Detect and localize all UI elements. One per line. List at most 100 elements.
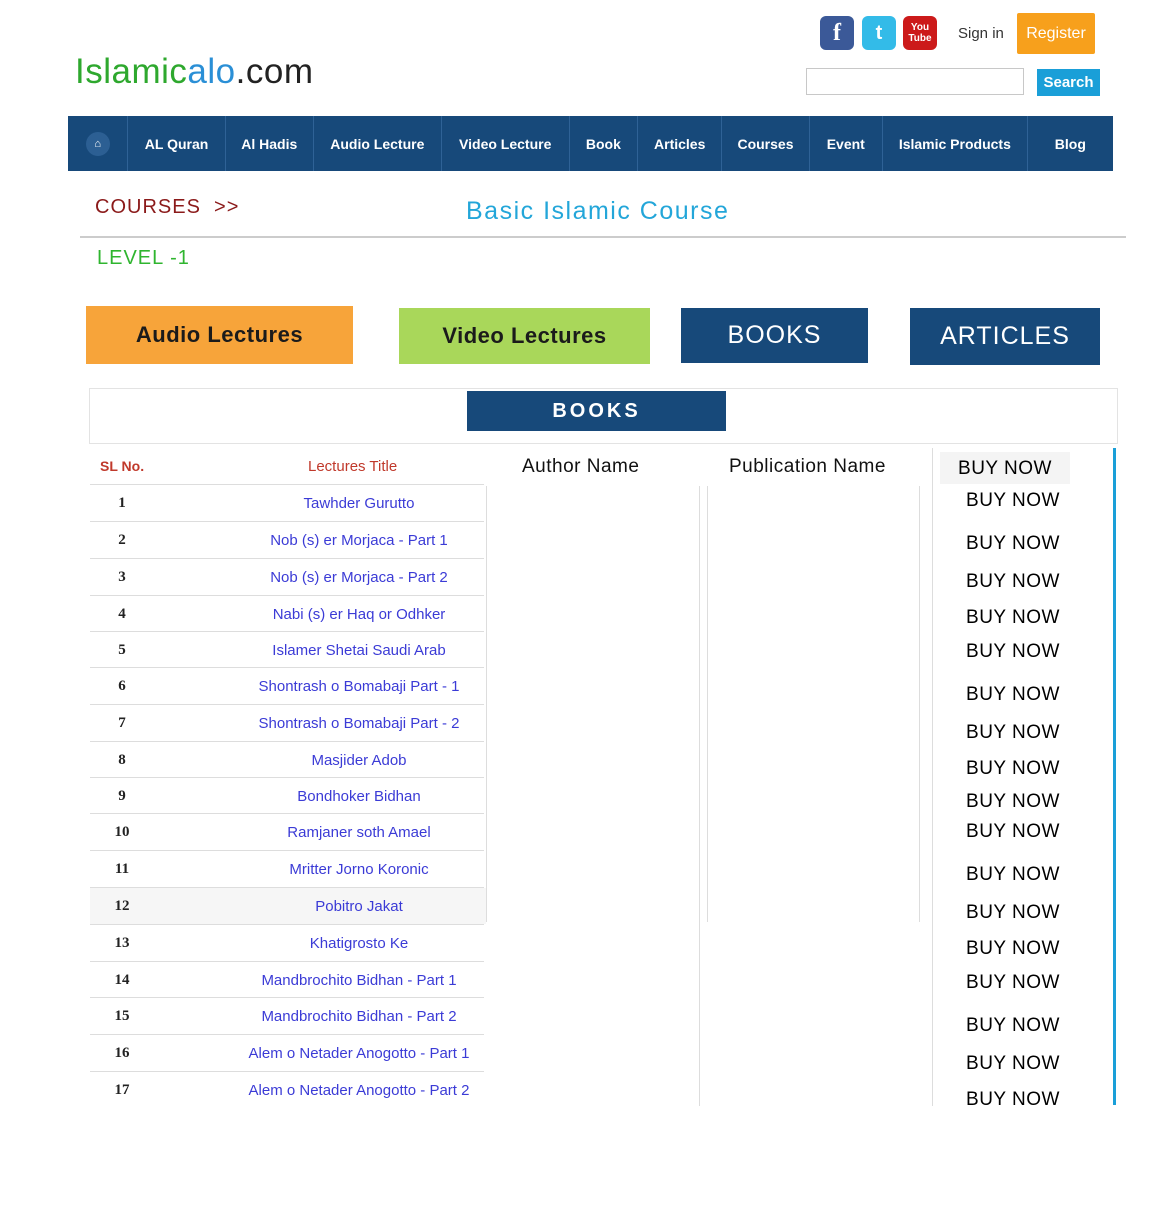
nav-item-blog[interactable]: Blog — [1028, 116, 1113, 171]
nav-item-book[interactable]: Book — [570, 116, 639, 171]
nav-item-al-hadis[interactable]: Al Hadis — [226, 116, 314, 171]
buy-now-button[interactable]: BUY NOW — [938, 635, 1088, 669]
col-header-title: Lectures Title — [308, 458, 398, 475]
nav-item-al-quran[interactable]: AL Quran — [128, 116, 226, 171]
column-divider — [919, 486, 920, 922]
row-divider — [90, 558, 484, 559]
nav-item-video-lecture[interactable]: Video Lecture — [442, 116, 570, 171]
row-divider — [90, 777, 484, 778]
nav-item-courses[interactable]: Courses — [722, 116, 810, 171]
row-title-link[interactable]: Khatigrosto Ke — [230, 935, 488, 952]
buy-now-button[interactable]: BUY NOW — [938, 785, 1088, 819]
nav-item-audio-lecture[interactable]: Audio Lecture — [314, 116, 442, 171]
register-button[interactable]: Register — [1017, 13, 1095, 54]
row-title-link[interactable]: Pobitro Jakat — [230, 898, 488, 915]
video-lectures-button[interactable]: Video Lectures — [399, 308, 650, 364]
page-title: Basic Islamic Course — [466, 197, 730, 225]
books-section-label: BOOKS — [467, 391, 726, 431]
nav-item-event[interactable]: Event — [810, 116, 883, 171]
col-header-sl: SL No. — [100, 458, 145, 474]
logo-part-alo: alo — [187, 52, 236, 91]
search-button[interactable]: Search — [1037, 69, 1100, 96]
row-title-link[interactable]: Ramjaner soth Amael — [230, 824, 488, 841]
books-button[interactable]: BOOKS — [681, 308, 868, 363]
buy-now-button[interactable]: BUY NOW — [938, 752, 1088, 786]
row-divider — [90, 924, 484, 925]
row-title-link[interactable]: Nabi (s) er Haq or Odhker — [230, 606, 488, 623]
buy-now-button[interactable]: BUY NOW — [938, 678, 1088, 712]
row-title-link[interactable]: Bondhoker Bidhan — [230, 788, 488, 805]
row-divider — [90, 1071, 484, 1072]
column-divider — [486, 486, 487, 922]
row-divider — [90, 521, 484, 522]
row-sl: 12 — [114, 898, 130, 914]
nav-item-articles[interactable]: Articles — [638, 116, 723, 171]
row-divider — [90, 631, 484, 632]
row-title-link[interactable]: Nob (s) er Morjaca - Part 1 — [230, 532, 488, 549]
nav-home[interactable]: ⌂ — [68, 116, 129, 171]
row-divider — [90, 484, 484, 485]
row-sl: 15 — [114, 1008, 130, 1024]
row-sl: 2 — [118, 532, 126, 548]
buy-now-button[interactable]: BUY NOW — [938, 896, 1088, 930]
row-divider — [90, 813, 484, 814]
row-title-link[interactable]: Mandbrochito Bidhan - Part 2 — [230, 1008, 488, 1025]
level-label: LEVEL -1 — [97, 247, 190, 269]
row-divider — [90, 850, 484, 851]
search-input[interactable] — [806, 68, 1024, 95]
row-title-link[interactable]: Shontrash o Bomabaji Part - 1 — [230, 678, 488, 695]
facebook-icon[interactable]: f — [820, 16, 854, 50]
row-divider — [90, 741, 484, 742]
youtube-icon-line1: You — [910, 22, 930, 33]
row-title-link[interactable]: Alem o Netader Anogotto - Part 1 — [230, 1045, 488, 1062]
articles-button[interactable]: ARTICLES — [910, 308, 1100, 365]
buy-now-button[interactable]: BUY NOW — [938, 601, 1088, 635]
row-title-link[interactable]: Islamer Shetai Saudi Arab — [230, 642, 488, 659]
row-sl: 1 — [118, 495, 126, 511]
row-title-link[interactable]: Mandbrochito Bidhan - Part 1 — [230, 972, 488, 989]
row-sl: 8 — [118, 752, 126, 768]
buy-now-button[interactable]: BUY NOW — [938, 565, 1088, 599]
buy-now-button[interactable]: BUY NOW — [938, 1083, 1088, 1117]
buy-now-button[interactable]: BUY NOW — [938, 966, 1088, 1000]
row-title-link[interactable]: Nob (s) er Morjaca - Part 2 — [230, 569, 488, 586]
audio-lectures-button[interactable]: Audio Lectures — [86, 306, 353, 364]
sign-in-link[interactable]: Sign in — [958, 25, 1004, 42]
row-sl: 7 — [118, 715, 126, 731]
youtube-icon[interactable]: You Tube — [903, 16, 937, 50]
row-title-link[interactable]: Tawhder Gurutto — [230, 495, 488, 512]
title-divider — [80, 236, 1126, 238]
row-sl: 13 — [114, 935, 130, 951]
buy-now-button[interactable]: BUY NOW — [938, 716, 1088, 750]
row-divider — [90, 1034, 484, 1035]
buy-now-button[interactable]: BUY NOW — [938, 815, 1088, 849]
row-title-link[interactable]: Masjider Adob — [230, 752, 488, 769]
row-title-link[interactable]: Shontrash o Bomabaji Part - 2 — [230, 715, 488, 732]
col-header-publication: Publication Name — [729, 456, 886, 477]
row-divider — [90, 667, 484, 668]
buy-now-button[interactable]: BUY NOW — [938, 484, 1088, 518]
twitter-icon[interactable]: t — [862, 16, 896, 50]
row-sl: 14 — [114, 972, 130, 988]
row-divider — [90, 704, 484, 705]
youtube-icon-line2: Tube — [908, 33, 932, 44]
table-scroll-rail[interactable] — [1113, 448, 1116, 1105]
nav-item-islamic-products[interactable]: Islamic Products — [883, 116, 1028, 171]
row-title-link[interactable]: Mritter Jorno Koronic — [230, 861, 488, 878]
breadcrumb[interactable]: COURSES >> — [95, 196, 239, 219]
buy-now-button[interactable]: BUY NOW — [938, 1009, 1088, 1043]
buy-now-button[interactable]: BUY NOW — [938, 932, 1088, 966]
buy-now-button[interactable]: BUY NOW — [938, 858, 1088, 892]
column-divider — [707, 486, 708, 922]
col-header-author: Author Name — [522, 456, 640, 477]
buy-now-button[interactable]: BUY NOW — [938, 527, 1088, 561]
logo-part-com: .com — [235, 52, 314, 91]
column-divider — [932, 448, 933, 1106]
row-sl: 3 — [118, 569, 126, 585]
row-title-link[interactable]: Alem o Netader Anogotto - Part 2 — [230, 1082, 488, 1099]
logo-part-islamic: Islamic — [75, 52, 188, 91]
site-logo[interactable]: Islamicalo.com — [75, 52, 313, 92]
row-divider — [90, 595, 484, 596]
column-divider — [699, 486, 700, 1106]
buy-now-button[interactable]: BUY NOW — [938, 1047, 1088, 1081]
